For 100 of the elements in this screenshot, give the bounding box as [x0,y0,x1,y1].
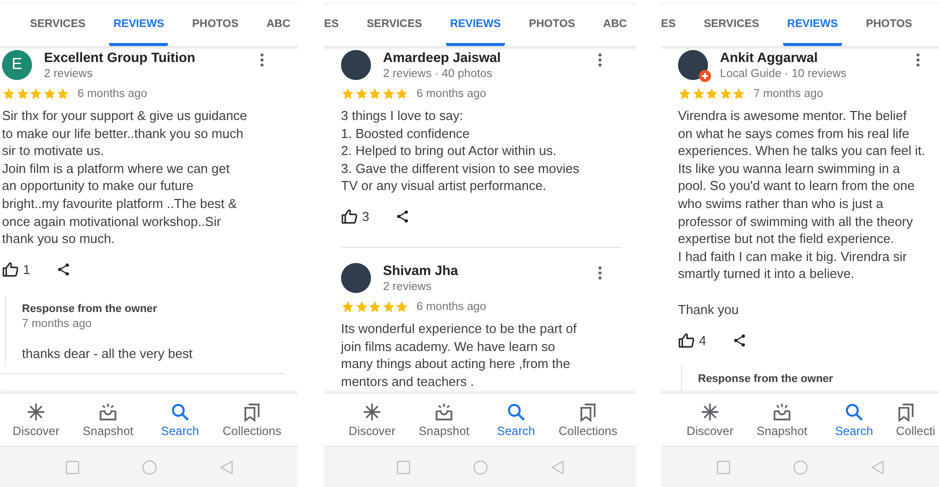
tab[interactable]: PHOTOS [524,4,580,46]
tray-icon [434,402,454,422]
response-text: thanks dear - all the very best [22,346,194,361]
star-icon [29,87,42,101]
nav-item[interactable]: Snapshot [408,394,480,446]
star-icon [395,300,408,314]
tray-icon [98,402,118,422]
response-title: Response from the owner [698,372,834,388]
tab[interactable]: ABC [599,4,631,46]
reviewer-meta: 2 reviews [44,67,94,82]
nav-item[interactable]: Collections [552,394,624,446]
home-icon[interactable] [142,460,156,474]
star-icon [382,87,395,101]
tab[interactable]: PHOTOS [188,4,242,46]
reviewer-name[interactable]: Ankit Aggarwal [720,49,916,67]
tab[interactable]: SERVICES [362,4,426,46]
star-icon [42,87,56,101]
review-text: 3 things I love to say: 1. Boosted confidence 2. Helped to bring out Actor within us. 3. Gave the different vision to see movies TV or any visual artist performance. [341,107,580,195]
recent-apps-icon[interactable] [396,460,410,474]
star-icon [354,87,368,101]
star-icon [368,300,382,314]
review-time: 7 months ago [754,88,824,100]
back-icon[interactable] [218,460,234,474]
star-icon [2,87,16,101]
back-icon[interactable] [550,460,564,474]
like-button[interactable]: 1 [2,261,30,278]
star-icon [718,87,732,101]
avatar-photo-placeholder [341,50,371,80]
tab[interactable]: ABC [262,4,294,46]
star-icon [395,87,408,101]
tab[interactable]: ES [661,4,680,46]
avatar-letter: E [2,50,32,80]
like-button[interactable]: 4 [678,332,706,349]
home-icon[interactable] [472,460,488,474]
tab[interactable]: REVIEWS [446,4,505,46]
reviewer-name[interactable]: Shivam Jha [383,262,598,280]
response-time: 7 months ago [22,316,93,332]
star-icon [16,87,29,101]
star-icon [56,87,70,101]
nav-item[interactable]: Collections [216,394,288,446]
recent-apps-icon[interactable] [64,460,80,474]
review-text: Sir thx for your support & give us guidance to make our life better..thank you so much sir to motivate us. Join film is a platform where we can get an opportunity to make our future bright..my favourite platform ..The best & once again motivational workshop..Sir thank you so much. [2,107,248,248]
review-time: 6 months ago [78,88,148,100]
review-time: 6 months ago [416,300,486,313]
nav-item[interactable]: Search [480,394,552,446]
home-icon[interactable] [793,460,808,474]
thumbs-up-icon [341,208,358,226]
more-options-icon[interactable] [916,53,920,67]
tray-icon [772,402,792,422]
bookmarks-icon [896,402,916,422]
star-icon [341,300,354,314]
thumbs-up-icon [678,332,695,349]
tab[interactable]: REVIEWS [109,4,168,46]
reviewer-name[interactable]: Amardeep Jaiswal [383,49,598,67]
star-icon [368,87,382,101]
nav-item[interactable]: Discover [336,394,408,446]
avatar-photo-placeholder [678,50,708,80]
share-icon[interactable] [56,262,72,278]
star-icon [678,87,692,101]
back-icon[interactable] [870,460,885,474]
reviewer-name[interactable]: Excellent Group Tuition [44,49,260,67]
tab[interactable]: ES [324,4,343,46]
nav-item[interactable]: Discover [0,394,72,446]
nav-item[interactable]: Collecti [890,394,939,446]
tab[interactable]: SERVICES [26,4,90,46]
nav-item[interactable]: Search [818,394,890,446]
response-title: Response from the owner [22,302,158,317]
thumbs-up-icon [2,261,19,278]
share-icon[interactable] [732,332,748,348]
star-icon [732,87,746,101]
tab[interactable]: PHOTOS [862,4,916,46]
asterisk-icon [26,402,46,422]
bookmarks-icon [578,402,598,422]
review-text: Its wonderful experience to be the part of join films academy. We have learn so many things about acting here ,from the mentors and teachers . [341,320,578,390]
asterisk-icon [700,402,720,422]
nav-item[interactable]: Snapshot [72,394,144,446]
search-icon [844,402,864,422]
star-icon [705,87,718,101]
more-options-icon[interactable] [598,266,602,280]
nav-item[interactable]: Snapshot [746,394,818,446]
like-button[interactable]: 3 [341,208,370,226]
star-icon [341,87,354,101]
star-icon [382,300,395,314]
bookmarks-icon [242,402,262,422]
avatar-photo-placeholder [341,262,371,293]
more-options-icon[interactable] [260,53,264,67]
reviewer-meta: 2 reviews · 40 photos [383,67,494,82]
more-options-icon[interactable] [598,53,602,67]
tab[interactable]: SERVICES [700,4,764,46]
star-icon [354,300,368,314]
star-icon [692,87,705,101]
nav-item[interactable]: Search [144,394,216,446]
recent-apps-icon[interactable] [716,460,731,474]
tab[interactable]: REVIEWS [783,4,842,46]
search-icon [506,402,526,422]
search-icon [170,402,190,422]
nav-item[interactable]: Discover [674,394,746,446]
reviewer-meta: 2 reviews [383,280,433,295]
share-icon[interactable] [395,209,410,224]
review-text: Virendra is awesome mentor. The belief on what he says comes from his real life experiences. When he talks you can feel it. Its like you wanna learn swimming in a pool. So you'd want to learn from the one who swims rather than who is just a professor of swimming with all the theory expertise but not the field experience. I had faith I can make it big. Virendra sir smartly turned it into a believe. Thank you [678,107,926,318]
